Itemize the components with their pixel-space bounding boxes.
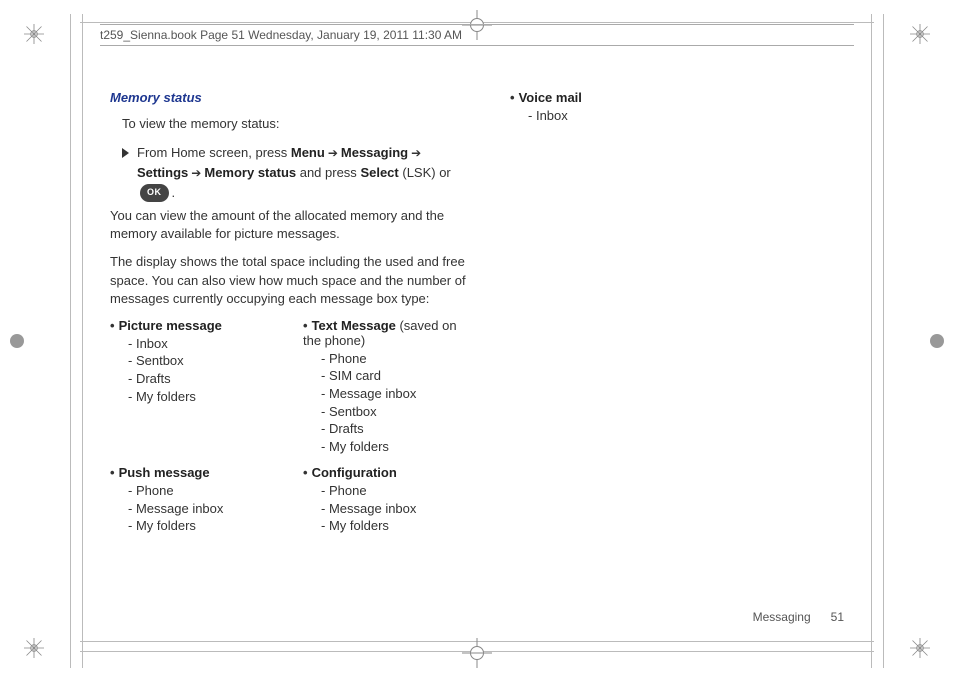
registration-dot-icon: [930, 334, 944, 348]
settings-bold: Settings: [137, 165, 188, 180]
list-item: Drafts: [321, 420, 470, 438]
list-picture-message: •Picture message Inbox Sentbox Drafts My…: [110, 318, 277, 455]
section-title: Memory status: [110, 90, 470, 105]
frame-header: t259_Sienna.book Page 51 Wednesday, Janu…: [100, 24, 854, 46]
page-footer: Messaging 51: [753, 610, 844, 624]
paragraph: The display shows the total space includ…: [110, 253, 470, 308]
list-item: Drafts: [128, 370, 277, 388]
intro-text: To view the memory status:: [110, 115, 470, 133]
list-item: My folders: [321, 517, 470, 535]
select-bold: Select: [360, 165, 398, 180]
list-title: Text Message: [312, 318, 396, 333]
registration-mark-icon: [910, 638, 930, 658]
lsk: (LSK) or: [399, 165, 451, 180]
list-item: My folders: [321, 438, 470, 456]
period: .: [172, 185, 176, 200]
menu-bold: Menu: [291, 145, 325, 160]
list-item: Phone: [321, 482, 470, 500]
step-body: From Home screen, press Menu➔Messaging➔S…: [137, 143, 470, 203]
list-item: Inbox: [528, 107, 844, 125]
messaging-bold: Messaging: [341, 145, 408, 160]
step-marker-icon: [122, 148, 129, 158]
list-item: Phone: [321, 350, 470, 368]
crop-line: [871, 14, 872, 668]
page-content: Memory status To view the memory status:…: [110, 90, 844, 602]
step: From Home screen, press Menu➔Messaging➔S…: [110, 143, 470, 203]
list-title: Push message: [119, 465, 210, 480]
list-voice-mail: •Voice mail Inbox: [510, 90, 844, 125]
list-item: SIM card: [321, 367, 470, 385]
and-press: and press: [296, 165, 360, 180]
list-item: Inbox: [128, 335, 277, 353]
crop-line: [82, 14, 83, 668]
step-pre: From Home screen, press: [137, 145, 291, 160]
footer-page-number: 51: [831, 610, 844, 624]
list-title: Configuration: [312, 465, 397, 480]
arrow-icon: ➔: [328, 144, 338, 163]
list-title: Picture message: [119, 318, 222, 333]
memstatus-bold: Memory status: [204, 165, 296, 180]
list-item: Message inbox: [321, 500, 470, 518]
list-title: Voice mail: [519, 90, 582, 105]
list-item: My folders: [128, 388, 277, 406]
registration-mark-icon: [24, 24, 44, 44]
list-item: My folders: [128, 517, 277, 535]
crop-line: [883, 14, 884, 668]
ok-key-icon: OK: [140, 184, 169, 202]
list-item: Sentbox: [128, 352, 277, 370]
paragraph: You can view the amount of the allocated…: [110, 207, 470, 243]
crosshair-icon: [462, 638, 492, 668]
list-text-message: •Text Message (saved on the phone) Phone…: [303, 318, 470, 455]
list-item: Phone: [128, 482, 277, 500]
list-item: Message inbox: [321, 385, 470, 403]
list-item: Message inbox: [128, 500, 277, 518]
list-item: Sentbox: [321, 403, 470, 421]
list-push-message: •Push message Phone Message inbox My fol…: [110, 465, 277, 535]
frame-header-text: t259_Sienna.book Page 51 Wednesday, Janu…: [100, 28, 462, 42]
list-configuration: •Configuration Phone Message inbox My fo…: [303, 465, 470, 535]
registration-dot-icon: [10, 334, 24, 348]
crop-line: [70, 14, 71, 668]
arrow-icon: ➔: [191, 164, 201, 183]
registration-mark-icon: [24, 638, 44, 658]
registration-mark-icon: [910, 24, 930, 44]
footer-section: Messaging: [753, 610, 811, 624]
arrow-icon: ➔: [411, 144, 421, 163]
